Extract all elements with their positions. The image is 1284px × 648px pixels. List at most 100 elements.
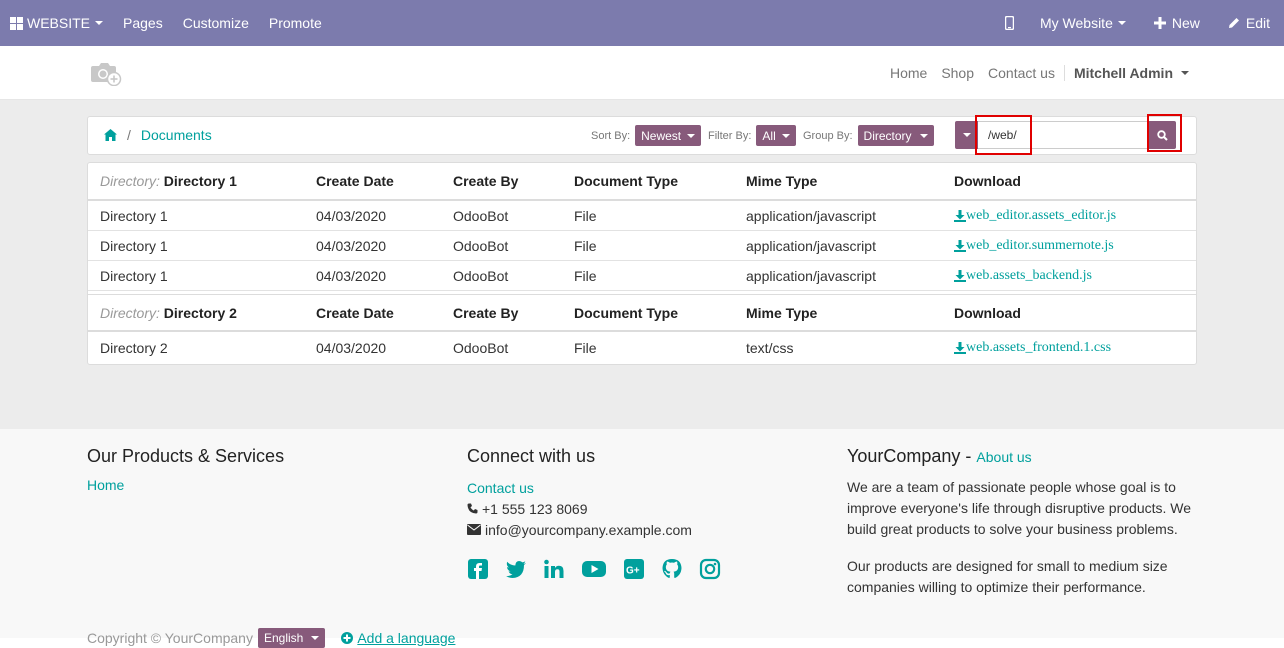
directory-name: Directory 1 [163, 173, 237, 189]
download-filename: web.assets_frontend.1.css [966, 340, 1112, 355]
download-icon [954, 209, 966, 222]
footer-contact-link[interactable]: Contact us [467, 480, 534, 496]
edit-button[interactable]: Edit [1216, 0, 1284, 46]
edit-label: Edit [1245, 15, 1270, 31]
promote-menu[interactable]: Promote [259, 0, 332, 46]
sort-value: Newest [641, 128, 682, 143]
about-paragraph-2: Our products are designed for small to m… [847, 558, 1168, 595]
google-plus-icon[interactable]: G+ [623, 558, 645, 580]
group-value: Directory [863, 128, 912, 143]
chevron-down-icon [919, 133, 928, 138]
group-title: Directory: Directory 1 [100, 173, 237, 189]
col-create-by: Create By [453, 304, 519, 321]
sort-control: Sort By: Newest [591, 125, 702, 146]
documents-toolbar: / Documents Sort By: Newest Filter By: A… [87, 116, 1197, 155]
group-dropdown[interactable]: Directory [857, 125, 934, 146]
footer-email: info@yourcompany.example.com [467, 519, 797, 540]
table-row: Directory 2 04/03/2020 OdooBot File text… [88, 333, 1196, 363]
col-mime-type: Mime Type [746, 173, 818, 189]
instagram-icon[interactable] [699, 558, 721, 580]
sort-label: Sort By: [591, 129, 631, 142]
email-address: info@yourcompany.example.com [485, 521, 692, 538]
cell-by: OdooBot [453, 237, 509, 254]
search-button[interactable] [1148, 121, 1176, 149]
phone-icon [467, 503, 478, 514]
download-filename: web.assets_backend.js [966, 267, 1092, 283]
copyright-bar: Copyright © YourCompany English Add a la… [87, 628, 455, 648]
nav-contact-us[interactable]: Contact us [981, 65, 1062, 81]
admin-topbar: WEBSITE Pages Customize Promote My Websi… [0, 0, 1284, 46]
mobile-preview-button[interactable] [989, 0, 1030, 46]
pages-menu[interactable]: Pages [113, 0, 173, 46]
github-icon[interactable] [661, 558, 683, 580]
footer-phone: +1 555 123 8069 [467, 498, 797, 519]
footer-home-link[interactable]: Home [87, 477, 124, 493]
col-document-type: Document Type [574, 173, 678, 189]
cell-directory: Directory 1 [100, 207, 168, 224]
filter-value: All [762, 128, 776, 143]
filter-dropdown[interactable]: All [756, 125, 796, 146]
col-create-date: Create Date [316, 173, 394, 189]
breadcrumb-documents[interactable]: Documents [141, 127, 212, 143]
cell-by: OdooBot [453, 267, 509, 284]
camera-logo-icon[interactable] [90, 60, 122, 89]
new-button[interactable]: New [1136, 0, 1216, 46]
footer-products-title: Our Products & Services [87, 446, 285, 466]
filter-label: Filter By: [708, 129, 752, 142]
table-row: Directory 1 04/03/2020 OdooBot File appl… [88, 231, 1196, 261]
linkedin-icon[interactable] [543, 558, 565, 580]
directory-prefix: Directory: [100, 304, 160, 321]
cell-type: File [574, 340, 597, 356]
cell-mime: application/javascript [746, 237, 876, 254]
chevron-down-icon [687, 133, 696, 138]
site-footer: Our Products & Services Home Connect wit… [0, 429, 1284, 648]
user-name: Mitchell Admin [1073, 65, 1173, 81]
home-icon[interactable] [104, 129, 117, 141]
footer-products: Our Products & Services Home [87, 446, 417, 493]
cell-by: OdooBot [453, 207, 509, 224]
plus-icon [1153, 17, 1166, 29]
directory-prefix: Directory: [100, 173, 160, 189]
phone-number: +1 555 123 8069 [482, 500, 588, 517]
cell-type: File [574, 237, 597, 254]
chevron-down-icon [1117, 21, 1126, 25]
cell-by: OdooBot [453, 340, 509, 356]
language-selector[interactable]: English [257, 628, 326, 648]
youtube-icon[interactable] [581, 558, 607, 580]
download-filename: web_editor.assets_editor.js [966, 207, 1117, 223]
search-input[interactable] [978, 121, 1148, 149]
title-dash: - [960, 446, 977, 466]
chevron-down-icon [962, 133, 971, 137]
footer-about-link[interactable]: About us [976, 449, 1031, 465]
footer-connect-title: Connect with us [467, 446, 596, 466]
facebook-icon[interactable] [467, 558, 489, 580]
col-create-by: Create By [453, 173, 519, 189]
cell-directory: Directory 2 [100, 340, 168, 356]
download-link[interactable]: web.assets_backend.js [954, 268, 1092, 284]
cell-directory: Directory 1 [100, 237, 168, 254]
nav-home[interactable]: Home [883, 65, 934, 81]
svg-text:G+: G+ [626, 566, 640, 577]
search-options-dropdown[interactable] [955, 121, 978, 149]
col-mime-type: Mime Type [746, 304, 818, 321]
col-document-type: Document Type [574, 304, 678, 321]
cell-mime: application/javascript [746, 267, 876, 284]
nav-shop[interactable]: Shop [934, 65, 981, 81]
cell-date: 04/03/2020 [316, 267, 387, 284]
twitter-icon[interactable] [505, 558, 527, 580]
company-name: YourCompany [847, 446, 961, 466]
my-website-menu[interactable]: My Website [1030, 0, 1136, 46]
footer-connect: Connect with us Contact us +1 555 123 80… [467, 446, 797, 580]
language-value: English [263, 631, 304, 645]
customize-menu[interactable]: Customize [173, 0, 259, 46]
user-menu[interactable]: Mitchell Admin [1063, 65, 1189, 81]
col-download: Download [954, 173, 1021, 189]
add-language-link[interactable]: Add a language [341, 630, 455, 646]
download-link[interactable]: web.assets_frontend.1.css [954, 340, 1111, 356]
website-menu[interactable]: WEBSITE [0, 0, 113, 46]
breadcrumb-separator: / [127, 127, 131, 143]
cell-type: File [574, 267, 597, 284]
sort-dropdown[interactable]: Newest [635, 125, 702, 146]
download-link[interactable]: web_editor.summernote.js [954, 238, 1114, 254]
download-link[interactable]: web_editor.assets_editor.js [954, 208, 1116, 224]
